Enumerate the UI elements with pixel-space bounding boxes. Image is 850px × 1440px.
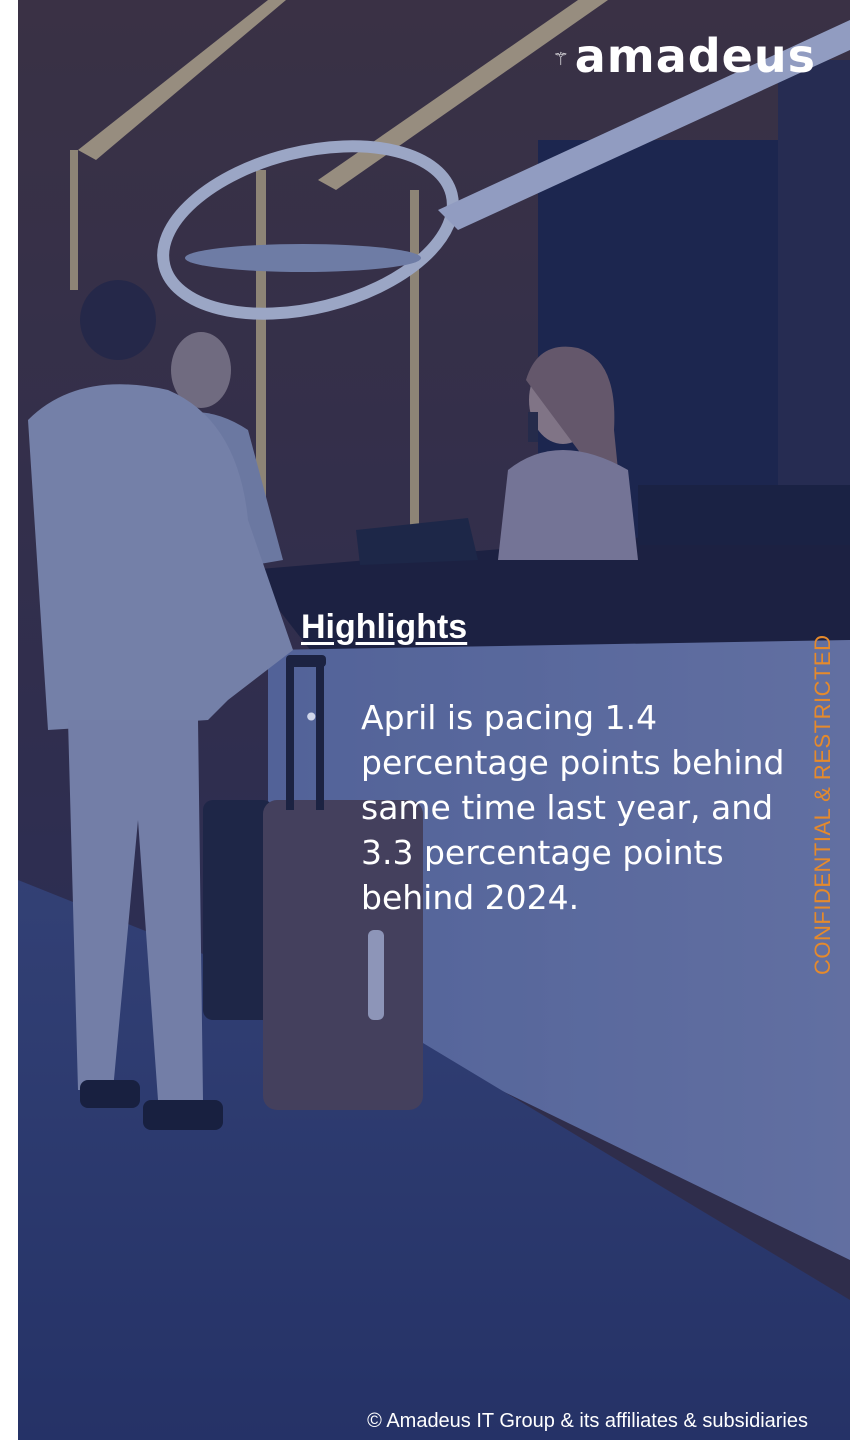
highlight-text: April is pacing 1.4 percentage points be…	[361, 698, 785, 917]
highlights-list: • April is pacing 1.4 percentage points …	[301, 695, 801, 920]
confidentiality-label: CONFIDENTIAL & RESTRICTED	[810, 634, 835, 976]
slide: ⚚ amadeus Highlights • April is pacing 1…	[18, 0, 850, 1440]
bullet-dot-icon: •	[303, 701, 320, 734]
amadeus-logo: ⚚ amadeus	[553, 26, 816, 86]
highlight-bullet: • April is pacing 1.4 percentage points …	[301, 695, 801, 920]
logo-mark-icon: ⚚	[552, 49, 569, 70]
highlights-heading: Highlights	[301, 608, 468, 646]
copyright-footer: © Amadeus IT Group & its affiliates & su…	[367, 1410, 808, 1432]
logo-wordmark: amadeus	[574, 29, 816, 83]
